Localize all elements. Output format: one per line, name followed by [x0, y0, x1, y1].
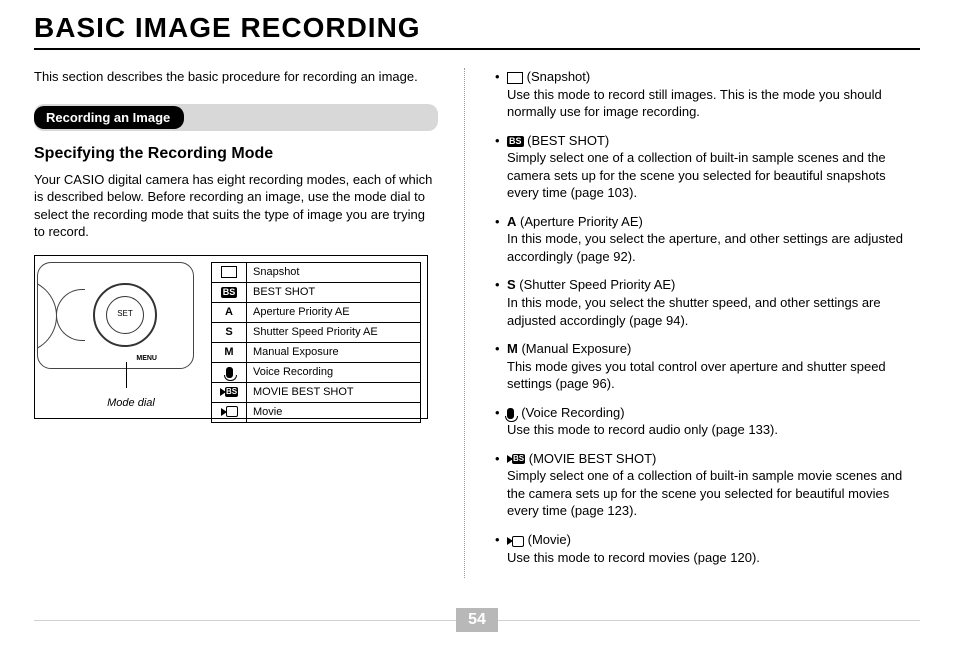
table-row: M Manual Exposure — [212, 342, 421, 362]
table-row: S Shutter Speed Priority AE — [212, 322, 421, 342]
item-title: (Movie) — [528, 532, 571, 547]
item-body: In this mode, you select the shutter spe… — [507, 295, 881, 328]
mode-dial-figure: SET MENU Mode dial Snapshot BS BEST SHOT — [34, 255, 428, 419]
item-body: Use this mode to record audio only (page… — [507, 422, 778, 437]
item-body: Simply select one of a collection of bui… — [507, 150, 886, 200]
left-column: This section describes the basic procedu… — [34, 68, 434, 578]
page-footer: 54 — [0, 608, 954, 632]
mode-description-list: (Snapshot) Use this mode to record still… — [495, 68, 920, 567]
mic-icon — [507, 408, 514, 419]
letter-m-icon: M — [507, 341, 518, 356]
list-item: (Voice Recording) Use this mode to recor… — [495, 404, 920, 439]
movie-icon — [221, 405, 238, 420]
mode-label: Snapshot — [247, 262, 421, 282]
mode-label: BEST SHOT — [247, 282, 421, 302]
item-body: In this mode, you select the aperture, a… — [507, 231, 903, 264]
movie-bs-icon: BS — [225, 387, 238, 397]
item-title: (Aperture Priority AE) — [520, 214, 643, 229]
list-item: (Snapshot) Use this mode to record still… — [495, 68, 920, 121]
bs-icon: BS — [221, 287, 238, 298]
item-title: (MOVIE BEST SHOT) — [529, 451, 657, 466]
item-body: This mode gives you total control over a… — [507, 359, 886, 392]
subheading: Specifying the Recording Mode — [34, 143, 434, 165]
item-title: (Voice Recording) — [521, 405, 624, 420]
mode-dial-icon: SET — [93, 283, 157, 347]
table-row: Movie — [212, 402, 421, 422]
mode-label: Aperture Priority AE — [247, 302, 421, 322]
mode-label: Shutter Speed Priority AE — [247, 322, 421, 342]
page-title: BASIC IMAGE RECORDING — [34, 12, 920, 48]
subheading-paragraph: Your CASIO digital camera has eight reco… — [34, 171, 434, 241]
content-columns: This section describes the basic procedu… — [34, 68, 920, 578]
item-body: Use this mode to record still images. Th… — [507, 87, 882, 120]
table-row: BS MOVIE BEST SHOT — [212, 382, 421, 402]
section-heading-pill: Recording an Image — [34, 104, 438, 132]
table-row: BS BEST SHOT — [212, 282, 421, 302]
title-bar: BASIC IMAGE RECORDING — [34, 12, 920, 50]
manual-page: BASIC IMAGE RECORDING This section descr… — [0, 0, 954, 646]
list-item: BS (MOVIE BEST SHOT) Simply select one o… — [495, 450, 920, 520]
item-title: (BEST SHOT) — [527, 133, 609, 148]
table-row: Snapshot — [212, 262, 421, 282]
intro-paragraph: This section describes the basic procedu… — [34, 68, 434, 86]
item-title: (Shutter Speed Priority AE) — [519, 277, 675, 292]
letter-a-icon: A — [507, 214, 516, 229]
snapshot-icon — [507, 72, 523, 84]
figure-caption: Mode dial — [71, 396, 191, 411]
mode-label: Voice Recording — [247, 362, 421, 382]
list-item: (Movie) Use this mode to record movies (… — [495, 531, 920, 567]
snapshot-icon — [221, 266, 237, 278]
right-column: (Snapshot) Use this mode to record still… — [464, 68, 920, 578]
mode-label: MOVIE BEST SHOT — [247, 382, 421, 402]
list-item: M (Manual Exposure) This mode gives you … — [495, 340, 920, 393]
movie-bs-icon: BS — [512, 454, 525, 464]
list-item: A (Aperture Priority AE) In this mode, y… — [495, 213, 920, 266]
item-body: Simply select one of a collection of bui… — [507, 468, 902, 518]
mode-label: Manual Exposure — [247, 342, 421, 362]
letter-s-icon: S — [507, 277, 516, 292]
letter-s-icon: S — [212, 322, 247, 342]
camera-diagram-container: SET MENU Mode dial — [41, 262, 211, 412]
table-row: Voice Recording — [212, 362, 421, 382]
mode-label: Movie — [247, 402, 421, 422]
section-heading-label: Recording an Image — [34, 106, 184, 130]
mode-table: Snapshot BS BEST SHOT A Aperture Priorit… — [211, 262, 421, 423]
camera-diagram: SET MENU — [37, 262, 194, 369]
list-item: BS (BEST SHOT) Simply select one of a co… — [495, 132, 920, 202]
letter-m-icon: M — [212, 342, 247, 362]
item-title: (Manual Exposure) — [521, 341, 631, 356]
letter-a-icon: A — [212, 302, 247, 322]
movie-icon — [507, 532, 524, 550]
bs-icon: BS — [507, 136, 524, 147]
page-number: 54 — [456, 608, 498, 632]
mic-icon — [226, 367, 233, 378]
list-item: S (Shutter Speed Priority AE) In this mo… — [495, 276, 920, 329]
item-body: Use this mode to record movies (page 120… — [507, 550, 760, 565]
item-title: (Snapshot) — [527, 69, 591, 84]
table-row: A Aperture Priority AE — [212, 302, 421, 322]
